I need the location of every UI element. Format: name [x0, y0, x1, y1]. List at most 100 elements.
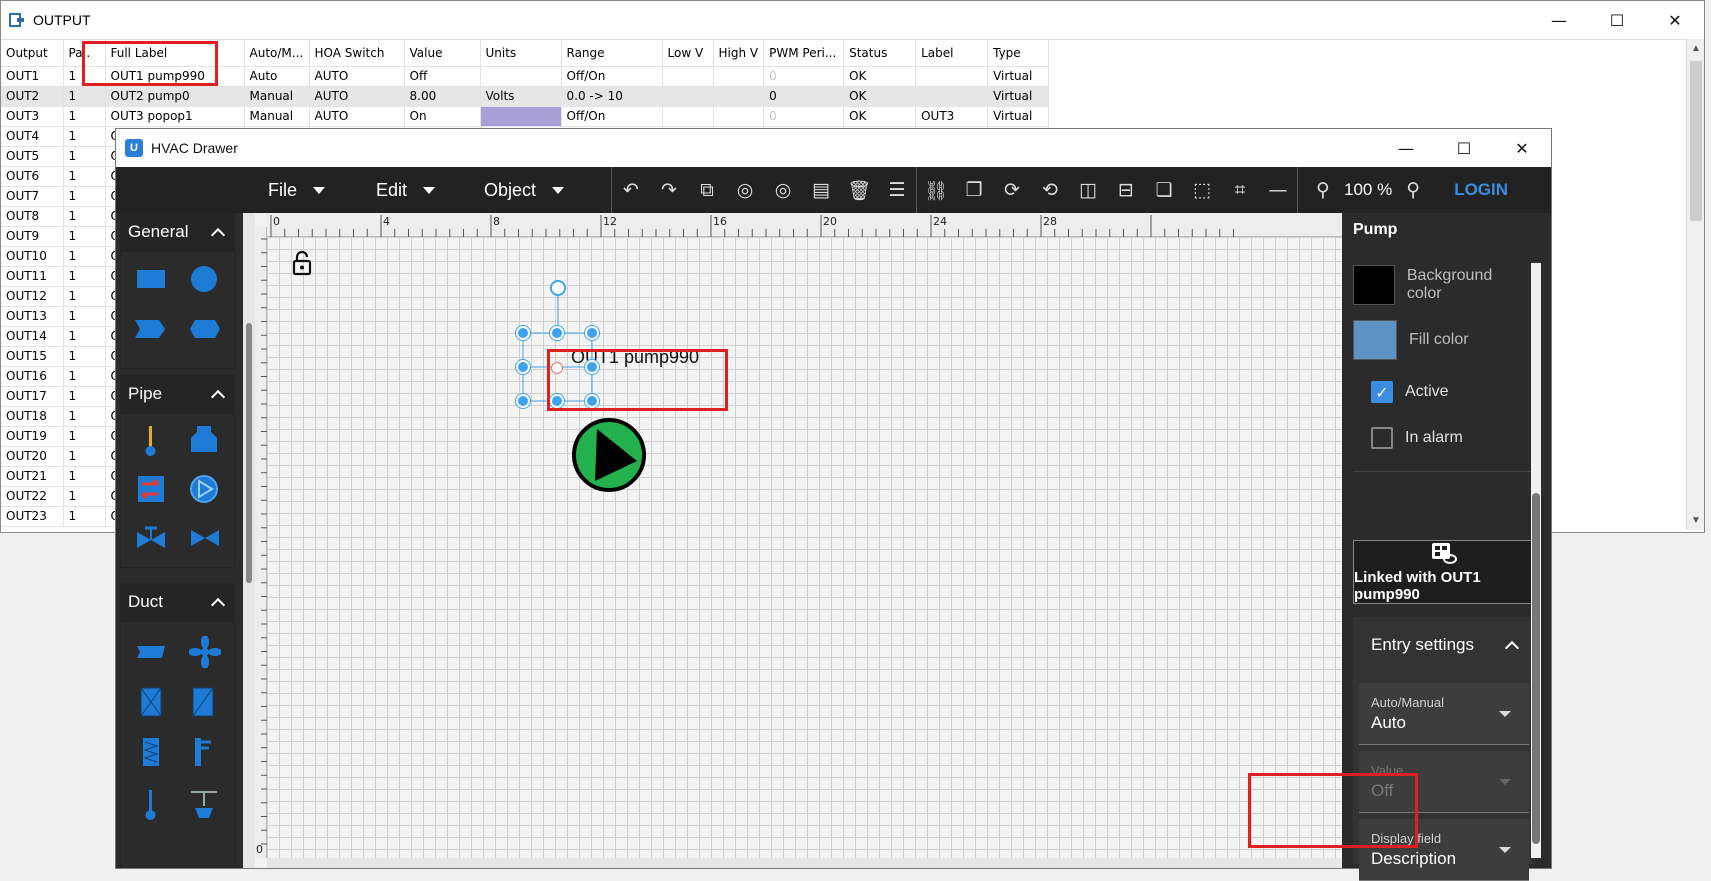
drawing-grid[interactable]: [267, 237, 1342, 858]
resize-handle[interactable]: [550, 394, 564, 408]
table-cell[interactable]: 1: [63, 206, 106, 227]
table-cell[interactable]: 1: [63, 286, 106, 307]
table-cell[interactable]: OUT19: [1, 426, 64, 447]
table-cell[interactable]: AUTO: [309, 106, 405, 127]
table-cell[interactable]: OUT21: [1, 466, 64, 487]
resize-handle[interactable]: [585, 326, 599, 340]
column-header[interactable]: Units: [480, 40, 562, 67]
table-cell[interactable]: 1: [63, 366, 106, 387]
table-cell[interactable]: 1: [63, 186, 106, 207]
table-cell[interactable]: 1: [63, 426, 106, 447]
table-cell[interactable]: AUTO: [309, 86, 405, 107]
column-header[interactable]: Status: [843, 40, 917, 67]
column-header[interactable]: Value: [404, 40, 481, 67]
table-cell[interactable]: OUT1: [1, 66, 64, 87]
chevron-up-icon[interactable]: [210, 597, 226, 613]
in-alarm-checkbox[interactable]: [1371, 427, 1393, 449]
table-cell[interactable]: [915, 66, 989, 87]
table-cell[interactable]: OUT2: [1, 86, 64, 107]
table-cell[interactable]: [713, 86, 765, 107]
table-cell[interactable]: 1: [63, 506, 106, 527]
entry-settings-header[interactable]: Entry settings: [1353, 617, 1535, 673]
palette-scrollbar[interactable]: [243, 213, 255, 868]
resize-handle[interactable]: [516, 394, 530, 408]
table-cell[interactable]: [915, 86, 989, 107]
link-icon[interactable]: ⛓: [917, 167, 955, 213]
table-cell[interactable]: [480, 106, 562, 127]
column-header[interactable]: Pa..: [63, 40, 106, 67]
center-handle[interactable]: [551, 362, 563, 374]
resize-handle[interactable]: [585, 360, 599, 374]
zoom-in-icon[interactable]: ⚲: [1398, 167, 1428, 213]
login-button[interactable]: LOGIN: [1454, 180, 1508, 200]
table-cell[interactable]: Virtual: [987, 106, 1050, 127]
table-row[interactable]: OUT1 1 OUT1 pump990 Auto AUTO Off Off/On 0 OK Vir…: [1, 66, 1050, 87]
output-title-bar[interactable]: OUTPUT — ☐ ✕: [1, 1, 1704, 39]
table-cell[interactable]: 1: [63, 146, 106, 167]
table-cell[interactable]: 1: [63, 86, 106, 107]
scroll-down-icon[interactable]: ▼: [1687, 515, 1705, 526]
table-cell[interactable]: OUT7: [1, 186, 64, 207]
table-cell[interactable]: 1: [63, 466, 106, 487]
table-cell[interactable]: OK: [843, 106, 917, 127]
table-cell[interactable]: OUT22: [1, 486, 64, 507]
table-cell[interactable]: [662, 66, 714, 87]
sensor-shape-icon[interactable]: [191, 736, 215, 768]
table-cell[interactable]: [480, 66, 562, 87]
table-cell[interactable]: OUT3: [1, 106, 64, 127]
pump-shape-icon[interactable]: [189, 474, 219, 504]
table-cell[interactable]: 8.00: [404, 86, 481, 107]
chevron-up-icon[interactable]: [210, 389, 226, 405]
table-cell[interactable]: 1: [63, 326, 106, 347]
output-maximize-button[interactable]: ☐: [1588, 1, 1646, 39]
hvac-minimize-button[interactable]: —: [1377, 129, 1435, 167]
palette-scroll-thumb[interactable]: [246, 323, 252, 583]
table-cell[interactable]: Auto: [244, 66, 310, 87]
rotate-handle[interactable]: [550, 280, 566, 296]
duct-shape-icon[interactable]: [135, 644, 167, 660]
scroll-up-icon[interactable]: ▲: [1687, 43, 1705, 54]
chevron-up-icon[interactable]: [210, 227, 226, 243]
rectangle-shape-icon[interactable]: [137, 270, 165, 288]
flip-vertical-icon[interactable]: ⊟: [1107, 167, 1145, 213]
rotate-ccw-icon[interactable]: ⟲: [1031, 167, 1069, 213]
copy-icon[interactable]: ⧉: [688, 167, 726, 213]
table-cell[interactable]: 1: [63, 166, 106, 187]
fill-color-swatch[interactable]: [1353, 320, 1397, 360]
table-cell[interactable]: 0: [763, 106, 845, 127]
zoom-out-icon[interactable]: ⚲: [1308, 167, 1338, 213]
resize-handle[interactable]: [550, 326, 564, 340]
auto-manual-select[interactable]: Auto/Manual Auto: [1359, 683, 1529, 745]
object-menu[interactable]: Object: [484, 167, 611, 213]
table-cell[interactable]: [713, 106, 765, 127]
valve-shape-icon[interactable]: [189, 526, 221, 550]
delete-icon[interactable]: 🗑: [840, 167, 878, 213]
table-cell[interactable]: Off/On: [561, 66, 663, 87]
table-cell[interactable]: OUT18: [1, 406, 64, 427]
table-row[interactable]: OUT3 1 OUT3 popop1 Manual AUTO On Off/On 0 OK OUT…: [1, 106, 1050, 127]
table-cell[interactable]: OK: [843, 66, 917, 87]
table-cell[interactable]: OUT4: [1, 126, 64, 147]
table-cell[interactable]: [662, 106, 714, 127]
table-cell[interactable]: 1: [63, 446, 106, 467]
table-cell[interactable]: 1: [63, 66, 106, 87]
flow-sensor-shape-icon[interactable]: [187, 788, 221, 820]
table-cell[interactable]: On: [404, 106, 481, 127]
table-cell[interactable]: Volts: [480, 86, 562, 107]
hvac-maximize-button[interactable]: ☐: [1435, 129, 1493, 167]
background-color-row[interactable]: Background color: [1353, 265, 1525, 305]
table-cell[interactable]: OUT6: [1, 166, 64, 187]
table-cell[interactable]: [662, 86, 714, 107]
column-header[interactable]: PWM Peri...: [763, 40, 845, 67]
table-row[interactable]: OUT2 1 OUT2 pump0 Manual AUTO 8.00 Volts 0.0 ->…: [1, 86, 1050, 107]
table-cell[interactable]: 0: [763, 66, 845, 87]
flip-horizontal-icon[interactable]: ◫: [1069, 167, 1107, 213]
table-cell[interactable]: OUT14: [1, 326, 64, 347]
send-back-icon[interactable]: ⬚: [1183, 167, 1221, 213]
palette-section-general[interactable]: General: [120, 213, 235, 251]
table-cell[interactable]: AUTO: [309, 66, 405, 87]
display-field-select[interactable]: Display field Description: [1359, 819, 1529, 881]
table-cell[interactable]: Off/On: [561, 106, 663, 127]
table-cell[interactable]: OUT13: [1, 306, 64, 327]
table-cell[interactable]: OUT8: [1, 206, 64, 227]
